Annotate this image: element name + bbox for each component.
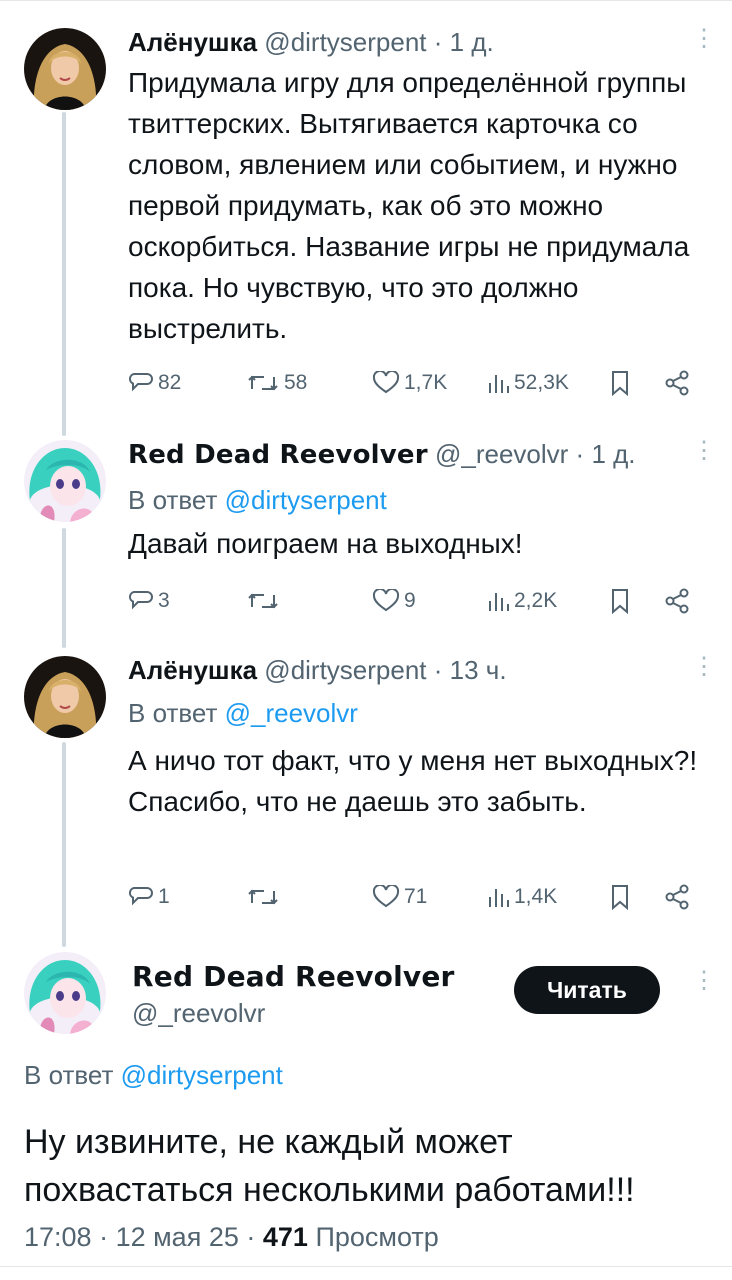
thread-line (62, 528, 66, 648)
like-button[interactable]: 1,7K (372, 366, 447, 400)
views-count: 1,4K (514, 885, 558, 908)
author-handle[interactable]: @_reevolvr (435, 439, 568, 469)
reply-mention[interactable]: @dirtyserpent (225, 485, 387, 515)
follow-button[interactable]: Читать (514, 966, 660, 1014)
tweet-header: Алёнушка @dirtyserpent · 1 д. (128, 27, 494, 57)
like-button[interactable]: 9 (372, 584, 416, 618)
views-button[interactable]: 52,3K (486, 366, 569, 400)
tweet-text: Давай поиграем на выходных! (128, 528, 523, 559)
author-name[interactable]: Red Dead Reevolver (128, 440, 428, 470)
heart-icon (372, 371, 400, 394)
thread-line (62, 112, 66, 436)
reply-count: 82 (158, 371, 182, 394)
bookmark-button[interactable] (610, 584, 630, 618)
reply-icon (128, 591, 153, 610)
more-options-icon[interactable]: ⋮ (692, 27, 716, 51)
bookmark-button[interactable] (610, 880, 630, 914)
tweet-text: А ничо тот факт, что у меня нет выходных… (128, 745, 698, 817)
views-icon (489, 593, 509, 611)
heart-icon (372, 885, 400, 908)
tweet-date[interactable]: 12 мая 25 (116, 1222, 239, 1252)
reply-prefix: В ответ (24, 1060, 114, 1090)
tweet-text: Ну извините, не каждый может похвастатьс… (24, 1123, 635, 1209)
like-button[interactable]: 71 (372, 880, 427, 914)
reply-context: В ответ @dirtyserpent (128, 483, 702, 517)
tweet-header: Red Dead Reevolver @_reevolvr · 1 д. (128, 439, 636, 470)
top-divider (0, 0, 732, 7)
reply-context: В ответ @dirtyserpent (24, 1060, 283, 1091)
retweet-button[interactable]: 58 (246, 366, 307, 400)
views-label: Просмотр (315, 1222, 439, 1252)
tweet-time[interactable]: 17:08 (24, 1222, 92, 1252)
tweet-actions: 1 71 1,4K (128, 880, 698, 914)
tweet-timestamp: 17:08 · 12 мая 25 · 471 Просмотр (24, 1222, 439, 1252)
views-icon (489, 375, 509, 393)
retweet-button[interactable] (246, 584, 280, 618)
bookmark-icon (612, 371, 628, 396)
like-count: 9 (404, 589, 416, 612)
share-icon (665, 884, 689, 910)
reply-button[interactable]: 82 (128, 366, 181, 400)
avatar[interactable] (24, 28, 106, 110)
views-count: 2,2K (514, 589, 558, 612)
reply-count: 3 (158, 589, 170, 612)
views-icon (489, 889, 509, 907)
views-count: 52,3K (514, 371, 569, 394)
more-options-icon[interactable]: ⋮ (692, 655, 716, 679)
reply-button[interactable]: 1 (128, 880, 170, 914)
tweet-actions: 82 58 1,7K 52,3K (128, 366, 698, 400)
views-button[interactable]: 1,4K (486, 880, 557, 914)
avatar[interactable] (24, 440, 106, 522)
reply-context: В ответ @_reevolvr (128, 696, 702, 730)
views-button[interactable]: 2,2K (486, 584, 557, 618)
author-handle[interactable]: @dirtyserpent (264, 27, 426, 57)
share-icon (665, 588, 689, 614)
tweet-time[interactable]: 1 д. (591, 439, 635, 469)
bookmark-button[interactable] (610, 366, 630, 400)
heart-icon (372, 589, 400, 612)
reply-mention[interactable]: @_reevolvr (225, 698, 358, 728)
more-options-icon[interactable]: ⋮ (692, 439, 716, 463)
avatar[interactable] (24, 952, 106, 1034)
author-handle[interactable]: @dirtyserpent (264, 655, 426, 685)
retweet-icon (248, 593, 278, 609)
share-icon (665, 370, 689, 396)
like-count: 71 (404, 885, 428, 908)
tweet-header: Алёнушка @dirtyserpent · 13 ч. (128, 655, 507, 685)
thread-line (62, 742, 66, 947)
retweet-icon (248, 889, 278, 905)
retweet-count: 58 (284, 371, 308, 394)
bookmark-icon (612, 589, 628, 614)
reply-icon (128, 373, 153, 392)
retweet-icon (248, 375, 278, 391)
reply-count: 1 (158, 885, 170, 908)
share-button[interactable] (664, 366, 690, 400)
tweet-time[interactable]: 1 д. (450, 27, 494, 57)
author-handle[interactable]: @_reevolvr (132, 998, 265, 1029)
reply-mention[interactable]: @dirtyserpent (121, 1060, 283, 1090)
reply-prefix: В ответ (128, 485, 218, 515)
author-name[interactable]: Алёнушка (128, 655, 257, 685)
tweet-actions: 3 9 2,2K (128, 584, 698, 618)
tweet-time[interactable]: 13 ч. (450, 655, 507, 685)
share-button[interactable] (664, 880, 690, 914)
avatar[interactable] (24, 656, 106, 738)
like-count: 1,7K (404, 371, 448, 394)
retweet-button[interactable] (246, 880, 280, 914)
share-button[interactable] (664, 584, 690, 618)
bookmark-icon (612, 885, 628, 910)
reply-button[interactable]: 3 (128, 584, 170, 618)
author-name[interactable]: Red Dead Reevolver (132, 960, 455, 994)
reply-prefix: В ответ (128, 698, 218, 728)
reply-icon (128, 887, 153, 906)
author-name[interactable]: Алёнушка (128, 27, 257, 57)
more-options-icon[interactable]: ⋮ (692, 969, 716, 993)
tweet-text: Придумала игру для определённой группы т… (128, 67, 690, 344)
views-count: 471 (262, 1222, 308, 1252)
bottom-divider (0, 1266, 732, 1267)
